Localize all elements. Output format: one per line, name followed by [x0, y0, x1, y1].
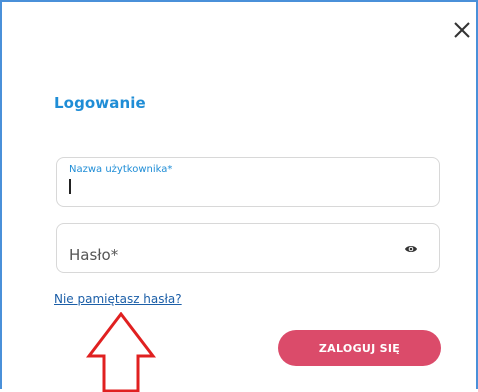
password-placeholder: Hasło* [69, 246, 119, 264]
dialog-title: Logowanie [54, 94, 146, 112]
eye-icon[interactable] [404, 240, 418, 252]
login-button[interactable]: ZALOGUJ SIĘ [278, 330, 441, 366]
username-field[interactable]: Nazwa użytkownika* [56, 157, 440, 207]
password-field[interactable]: Hasło* [56, 223, 440, 273]
up-arrow-icon [86, 312, 156, 392]
username-label: Nazwa użytkownika* [69, 164, 173, 175]
close-icon [454, 22, 470, 38]
username-input[interactable] [69, 178, 419, 198]
close-button[interactable] [452, 20, 472, 40]
forgot-password-link[interactable]: Nie pamiętasz hasła? [54, 292, 182, 306]
login-dialog: Logowanie Nazwa użytkownika* Hasło* Nie … [0, 0, 478, 392]
